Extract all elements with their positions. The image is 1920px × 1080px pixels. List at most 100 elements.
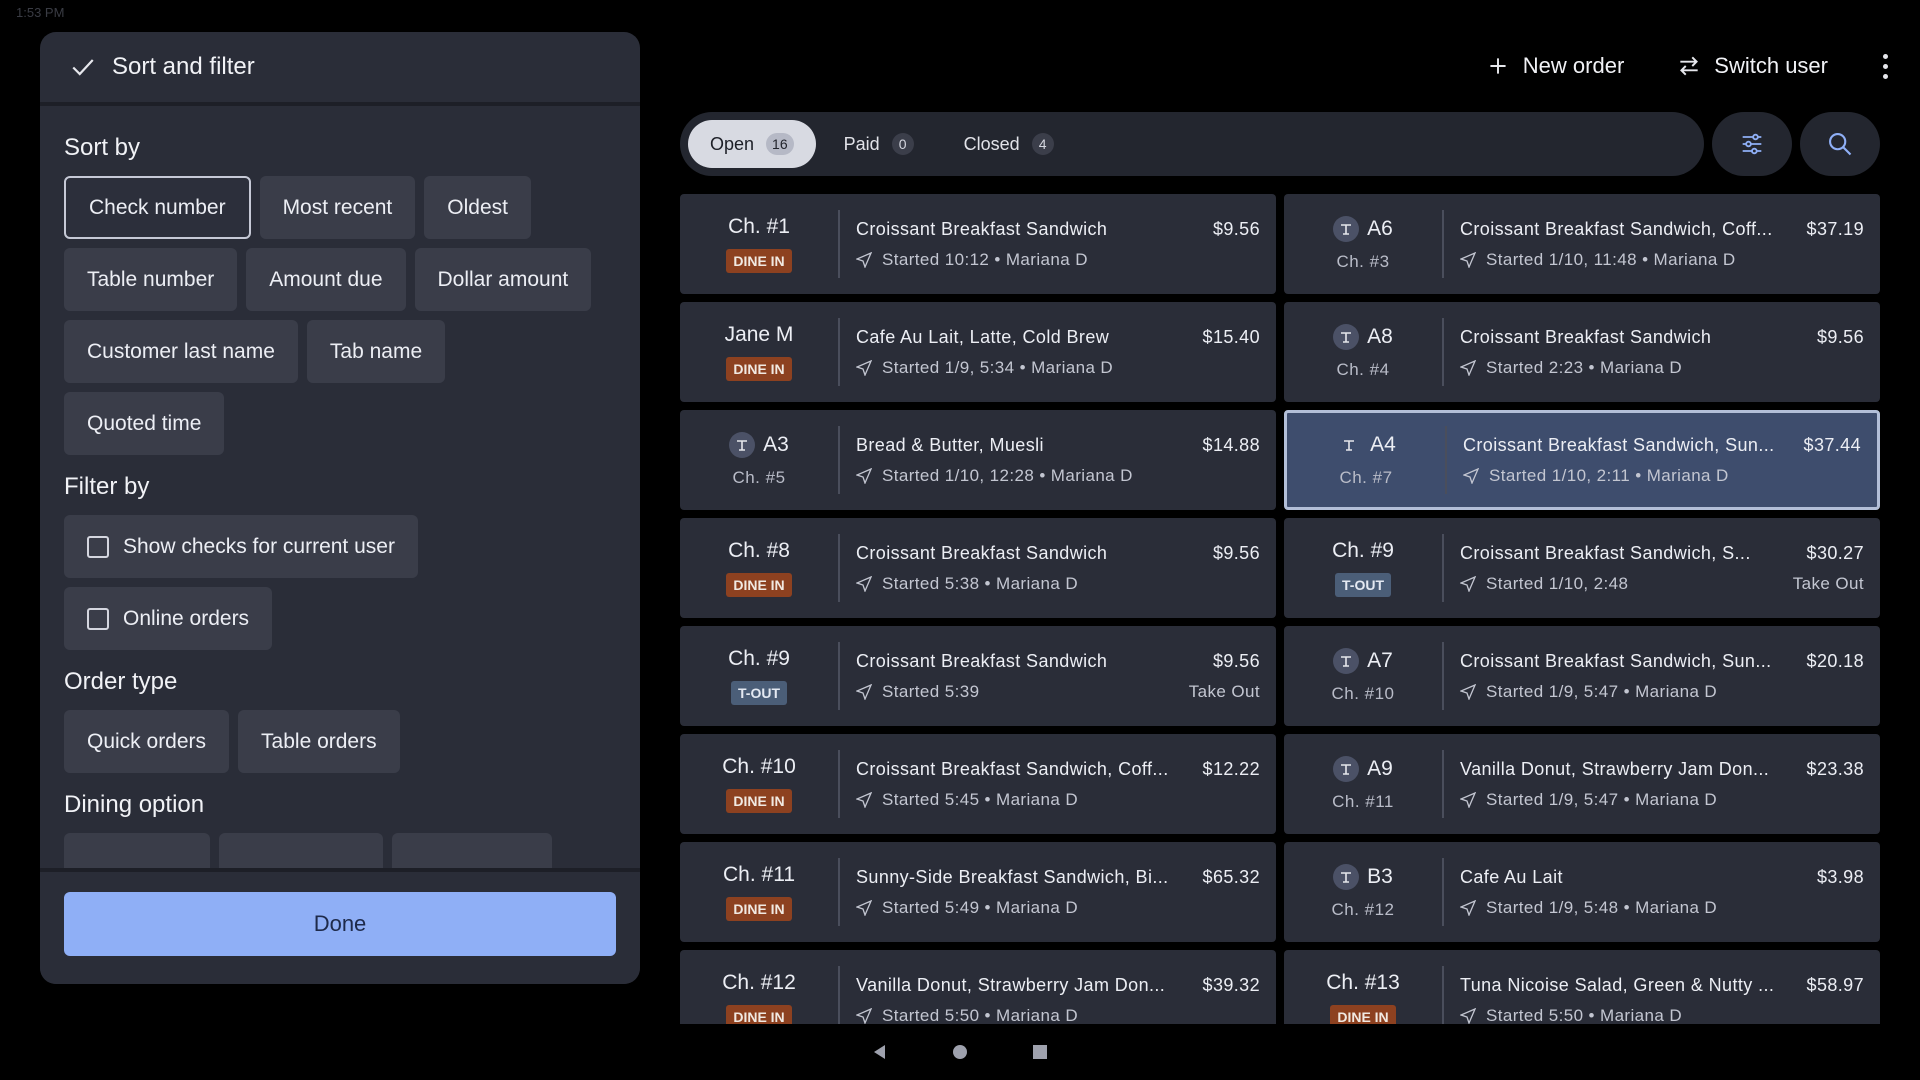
new-order-button[interactable]: New order xyxy=(1485,53,1624,79)
order-label: A8 xyxy=(1333,324,1393,350)
more-menu-icon[interactable] xyxy=(1880,53,1890,79)
order-label: A4 xyxy=(1336,432,1396,458)
sort-table-number-chip[interactable]: Table number xyxy=(64,248,238,311)
order-id: Ch. #8 DINE IN xyxy=(680,518,838,618)
order-price: $9.56 xyxy=(1212,650,1260,671)
search-button[interactable] xyxy=(1800,112,1880,176)
order-card[interactable]: A7 Ch. #10 Croissant Breakfast Sandwich,… xyxy=(1284,626,1880,726)
order-card[interactable]: Ch. #9 T-OUT Croissant Breakfast Sandwic… xyxy=(680,626,1276,726)
order-card[interactable]: A6 Ch. #3 Croissant Breakfast Sandwich, … xyxy=(1284,194,1880,294)
order-items: Croissant Breakfast Sandwich xyxy=(856,542,1108,563)
table-icon xyxy=(1336,432,1362,458)
order-items: Croissant Breakfast Sandwich, Sun... xyxy=(1463,434,1775,455)
order-id: Jane M DINE IN xyxy=(680,302,838,402)
sort-options: Check number Most recent Oldest xyxy=(64,176,616,239)
filter-current-user-checkbox[interactable]: Show checks for current user xyxy=(64,515,418,578)
back-icon[interactable] xyxy=(871,1043,889,1061)
tab-open[interactable]: Open 16 xyxy=(688,120,816,168)
order-card[interactable]: Ch. #8 DINE IN Croissant Breakfast Sandw… xyxy=(680,518,1276,618)
order-label: Ch. #12 xyxy=(722,971,796,994)
order-type-title: Order type xyxy=(64,668,178,695)
recents-icon[interactable] xyxy=(1031,1043,1049,1061)
order-price: $39.32 xyxy=(1202,974,1260,995)
order-price: $9.56 xyxy=(1212,218,1260,239)
order-card[interactable]: Ch. #11 DINE IN Sunny-Side Breakfast San… xyxy=(680,842,1276,942)
sort-oldest-chip[interactable]: Oldest xyxy=(424,176,531,239)
order-type-quick-chip[interactable]: Quick orders xyxy=(64,710,230,773)
sort-tab-name-chip[interactable]: Tab name xyxy=(306,320,446,383)
tab-closed[interactable]: Closed 4 xyxy=(942,120,1076,168)
order-id: Ch. #12 DINE IN xyxy=(680,950,838,1024)
order-items: Croissant Breakfast Sandwich xyxy=(1460,326,1712,347)
sort-options-row4: Quoted time xyxy=(64,392,616,455)
panel-body: Sort by Check number Most recent Oldest … xyxy=(40,110,640,898)
sort-dollar-amount-chip[interactable]: Dollar amount xyxy=(414,248,592,311)
order-card[interactable]: Ch. #9 T-OUT Croissant Breakfast Sandwic… xyxy=(1284,518,1880,618)
order-card[interactable]: Ch. #1 DINE IN Croissant Breakfast Sandw… xyxy=(680,194,1276,294)
status-bar: 1:53 PM xyxy=(0,0,1920,24)
order-meta: Started 5:50 • Mariana D xyxy=(1460,1006,1682,1024)
order-card[interactable]: A8 Ch. #4 Croissant Breakfast Sandwich $… xyxy=(1284,302,1880,402)
order-id: A4 Ch. #7 xyxy=(1287,413,1445,507)
order-id: A6 Ch. #3 xyxy=(1284,194,1442,294)
sort-amount-due-chip[interactable]: Amount due xyxy=(246,248,406,311)
tab-closed-label: Closed xyxy=(963,133,1020,154)
table-icon xyxy=(1333,648,1360,674)
order-items: Vanilla Donut, Strawberry Jam Don... xyxy=(856,974,1166,995)
order-meta: Started 1/10, 12:28 • Mariana D xyxy=(856,466,1133,486)
order-grid: Ch. #1 DINE IN Croissant Breakfast Sandw… xyxy=(680,194,1880,1024)
dining-badge: DINE IN xyxy=(726,357,792,381)
sort-customer-last-name-chip[interactable]: Customer last name xyxy=(64,320,298,383)
sliders-icon xyxy=(1742,133,1762,155)
order-type-table-chip[interactable]: Table orders xyxy=(238,710,400,773)
order-details: Cafe Au Lait $3.98 Started 1/9, 5:48 • M… xyxy=(1444,842,1880,942)
order-label: A6 xyxy=(1333,216,1393,242)
sort-most-recent-chip[interactable]: Most recent xyxy=(259,176,416,239)
check-number: Ch. #4 xyxy=(1336,360,1390,379)
switch-user-label: Switch user xyxy=(1714,53,1828,78)
order-card[interactable]: B3 Ch. #12 Cafe Au Lait $3.98 Started 1/… xyxy=(1284,842,1880,942)
search-icon xyxy=(1829,133,1852,156)
paper-plane-icon xyxy=(856,359,872,376)
dining-badge: DINE IN xyxy=(726,249,792,273)
tab-paid[interactable]: Paid 0 xyxy=(822,120,936,168)
order-card[interactable]: Ch. #12 DINE IN Vanilla Donut, Strawberr… xyxy=(680,950,1276,1024)
order-meta: Started 1/10, 2:48 xyxy=(1460,574,1628,594)
order-price: $37.19 xyxy=(1806,218,1864,239)
order-details: Croissant Breakfast Sandwich, Coff... $3… xyxy=(1444,194,1880,294)
paper-plane-icon xyxy=(856,683,872,700)
order-id: Ch. #11 DINE IN xyxy=(680,842,838,942)
order-price: $3.98 xyxy=(1816,866,1864,887)
order-details: Cafe Au Lait, Latte, Cold Brew $15.40 St… xyxy=(840,302,1276,402)
filter-online-orders-checkbox[interactable]: Online orders xyxy=(64,587,273,650)
order-price: $14.88 xyxy=(1202,434,1260,455)
filter-options-row2: Online orders xyxy=(64,587,616,650)
dining-badge: DINE IN xyxy=(726,789,792,813)
order-card[interactable]: A9 Ch. #11 Vanilla Donut, Strawberry Jam… xyxy=(1284,734,1880,834)
status-tabs: Open 16 Paid 0 Closed 4 xyxy=(680,112,1704,176)
switch-user-button[interactable]: Switch user xyxy=(1676,53,1828,79)
order-items: Cafe Au Lait, Latte, Cold Brew xyxy=(856,326,1110,347)
order-card[interactable]: A3 Ch. #5 Bread & Butter, Muesli $14.88 … xyxy=(680,410,1276,510)
filter-button[interactable] xyxy=(1712,112,1792,176)
order-card[interactable]: Jane M DINE IN Cafe Au Lait, Latte, Cold… xyxy=(680,302,1276,402)
dining-badge: DINE IN xyxy=(726,573,792,597)
order-details: Bread & Butter, Muesli $14.88 Started 1/… xyxy=(840,410,1276,510)
done-button[interactable]: Done xyxy=(64,892,616,956)
checkmark-icon[interactable] xyxy=(70,54,96,80)
order-details: Tuna Nicoise Salad, Green & Nutty ... $5… xyxy=(1444,950,1880,1024)
sort-check-number-chip[interactable]: Check number xyxy=(64,176,251,239)
order-items: Cafe Au Lait xyxy=(1460,866,1563,887)
order-card[interactable]: Ch. #10 DINE IN Croissant Breakfast Sand… xyxy=(680,734,1276,834)
sort-quoted-time-chip[interactable]: Quoted time xyxy=(64,392,225,455)
dining-badge: DINE IN xyxy=(726,1005,792,1024)
home-icon[interactable] xyxy=(951,1043,969,1061)
order-card[interactable]: Ch. #13 DINE IN Tuna Nicoise Salad, Gree… xyxy=(1284,950,1880,1024)
filter-online-orders-label: Online orders xyxy=(123,606,250,630)
order-label: Ch. #13 xyxy=(1326,971,1400,994)
order-id: A3 Ch. #5 xyxy=(680,410,838,510)
order-meta: Started 5:45 • Mariana D xyxy=(856,790,1078,810)
order-card[interactable]: A4 Ch. #7 Croissant Breakfast Sandwich, … xyxy=(1284,410,1880,510)
order-meta: Started 1/10, 11:48 • Mariana D xyxy=(1460,250,1736,270)
order-id: Ch. #13 DINE IN xyxy=(1284,950,1442,1024)
